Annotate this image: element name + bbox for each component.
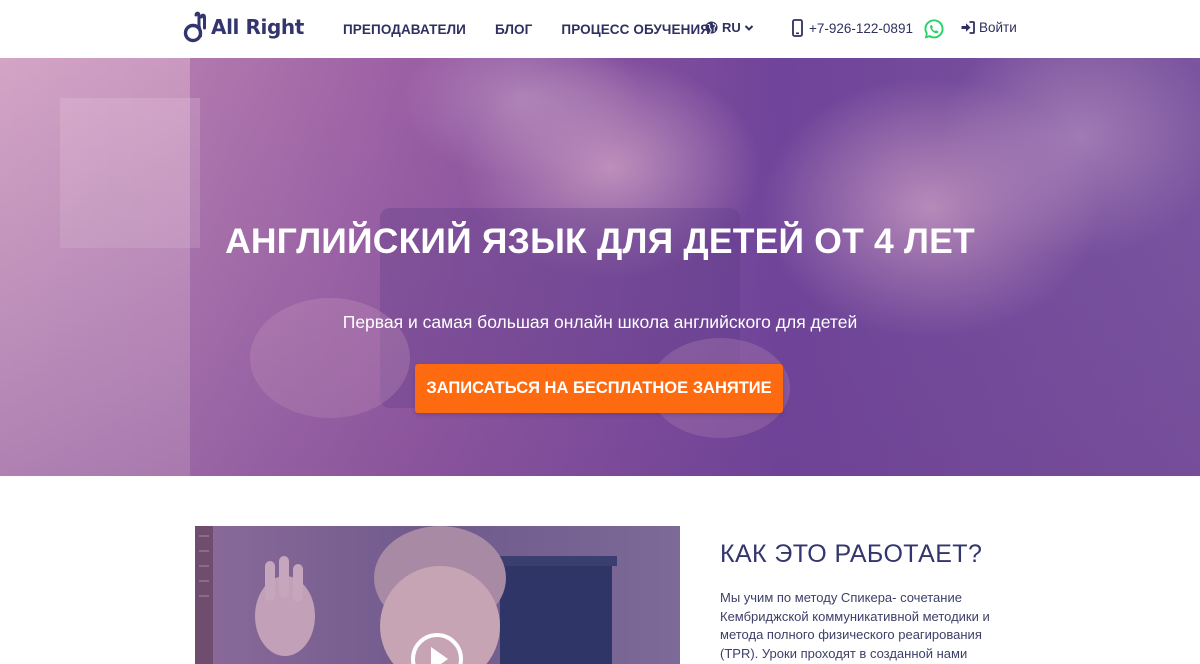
free-lesson-signup-button[interactable]: ЗАПИСАТЬСЯ НА БЕСПЛАТНОЕ ЗАНЯТИЕ [415, 364, 783, 413]
hero-subtitle: Первая и самая большая онлайн школа англ… [342, 312, 858, 332]
logo[interactable]: All Right [183, 11, 304, 43]
language-selector[interactable]: RU [705, 20, 754, 35]
nav-link-teachers[interactable]: ПРЕПОДАВАТЕЛИ [343, 22, 466, 37]
logo-hand-icon [183, 11, 206, 43]
main-nav: ПРЕПОДАВАТЕЛИ БЛОГ ПРОЦЕСС ОБУЧЕНИЯ [343, 0, 739, 58]
chevron-down-icon [744, 24, 753, 31]
mobile-phone-icon [792, 19, 803, 37]
phone-number: +7-926-122-0891 [809, 20, 913, 36]
nav-link-blog[interactable]: БЛОГ [495, 22, 532, 37]
site-header: All Right ПРЕПОДАВАТЕЛИ БЛОГ ПРОЦЕСС ОБУ… [0, 0, 1200, 58]
hero-background-photo [0, 58, 1200, 476]
login-link[interactable]: Войти [961, 20, 1017, 35]
globe-icon [705, 21, 718, 34]
language-label: RU [722, 20, 741, 35]
phone-link[interactable]: +7-926-122-0891 [792, 19, 913, 37]
how-it-works-text: Мы учим по методу Спикера- сочетание Кем… [720, 590, 990, 661]
nav-link-learning-process[interactable]: ПРОЦЕСС ОБУЧЕНИЯ [561, 22, 710, 37]
login-label: Войти [979, 20, 1017, 35]
whatsapp-icon[interactable] [923, 18, 945, 40]
play-icon[interactable] [410, 632, 464, 664]
video-player[interactable] [195, 526, 680, 664]
hero-title: АНГЛИЙСКИЙ ЯЗЫК ДЛЯ ДЕТЕЙ ОТ 4 ЛЕТ [225, 221, 975, 261]
logo-text: All Right [211, 15, 304, 39]
hero-banner: АНГЛИЙСКИЙ ЯЗЫК ДЛЯ ДЕТЕЙ ОТ 4 ЛЕТ Перва… [0, 58, 1200, 476]
how-it-works-title: КАК ЭТО РАБОТАЕТ? [720, 540, 983, 568]
sign-in-icon [961, 21, 975, 34]
